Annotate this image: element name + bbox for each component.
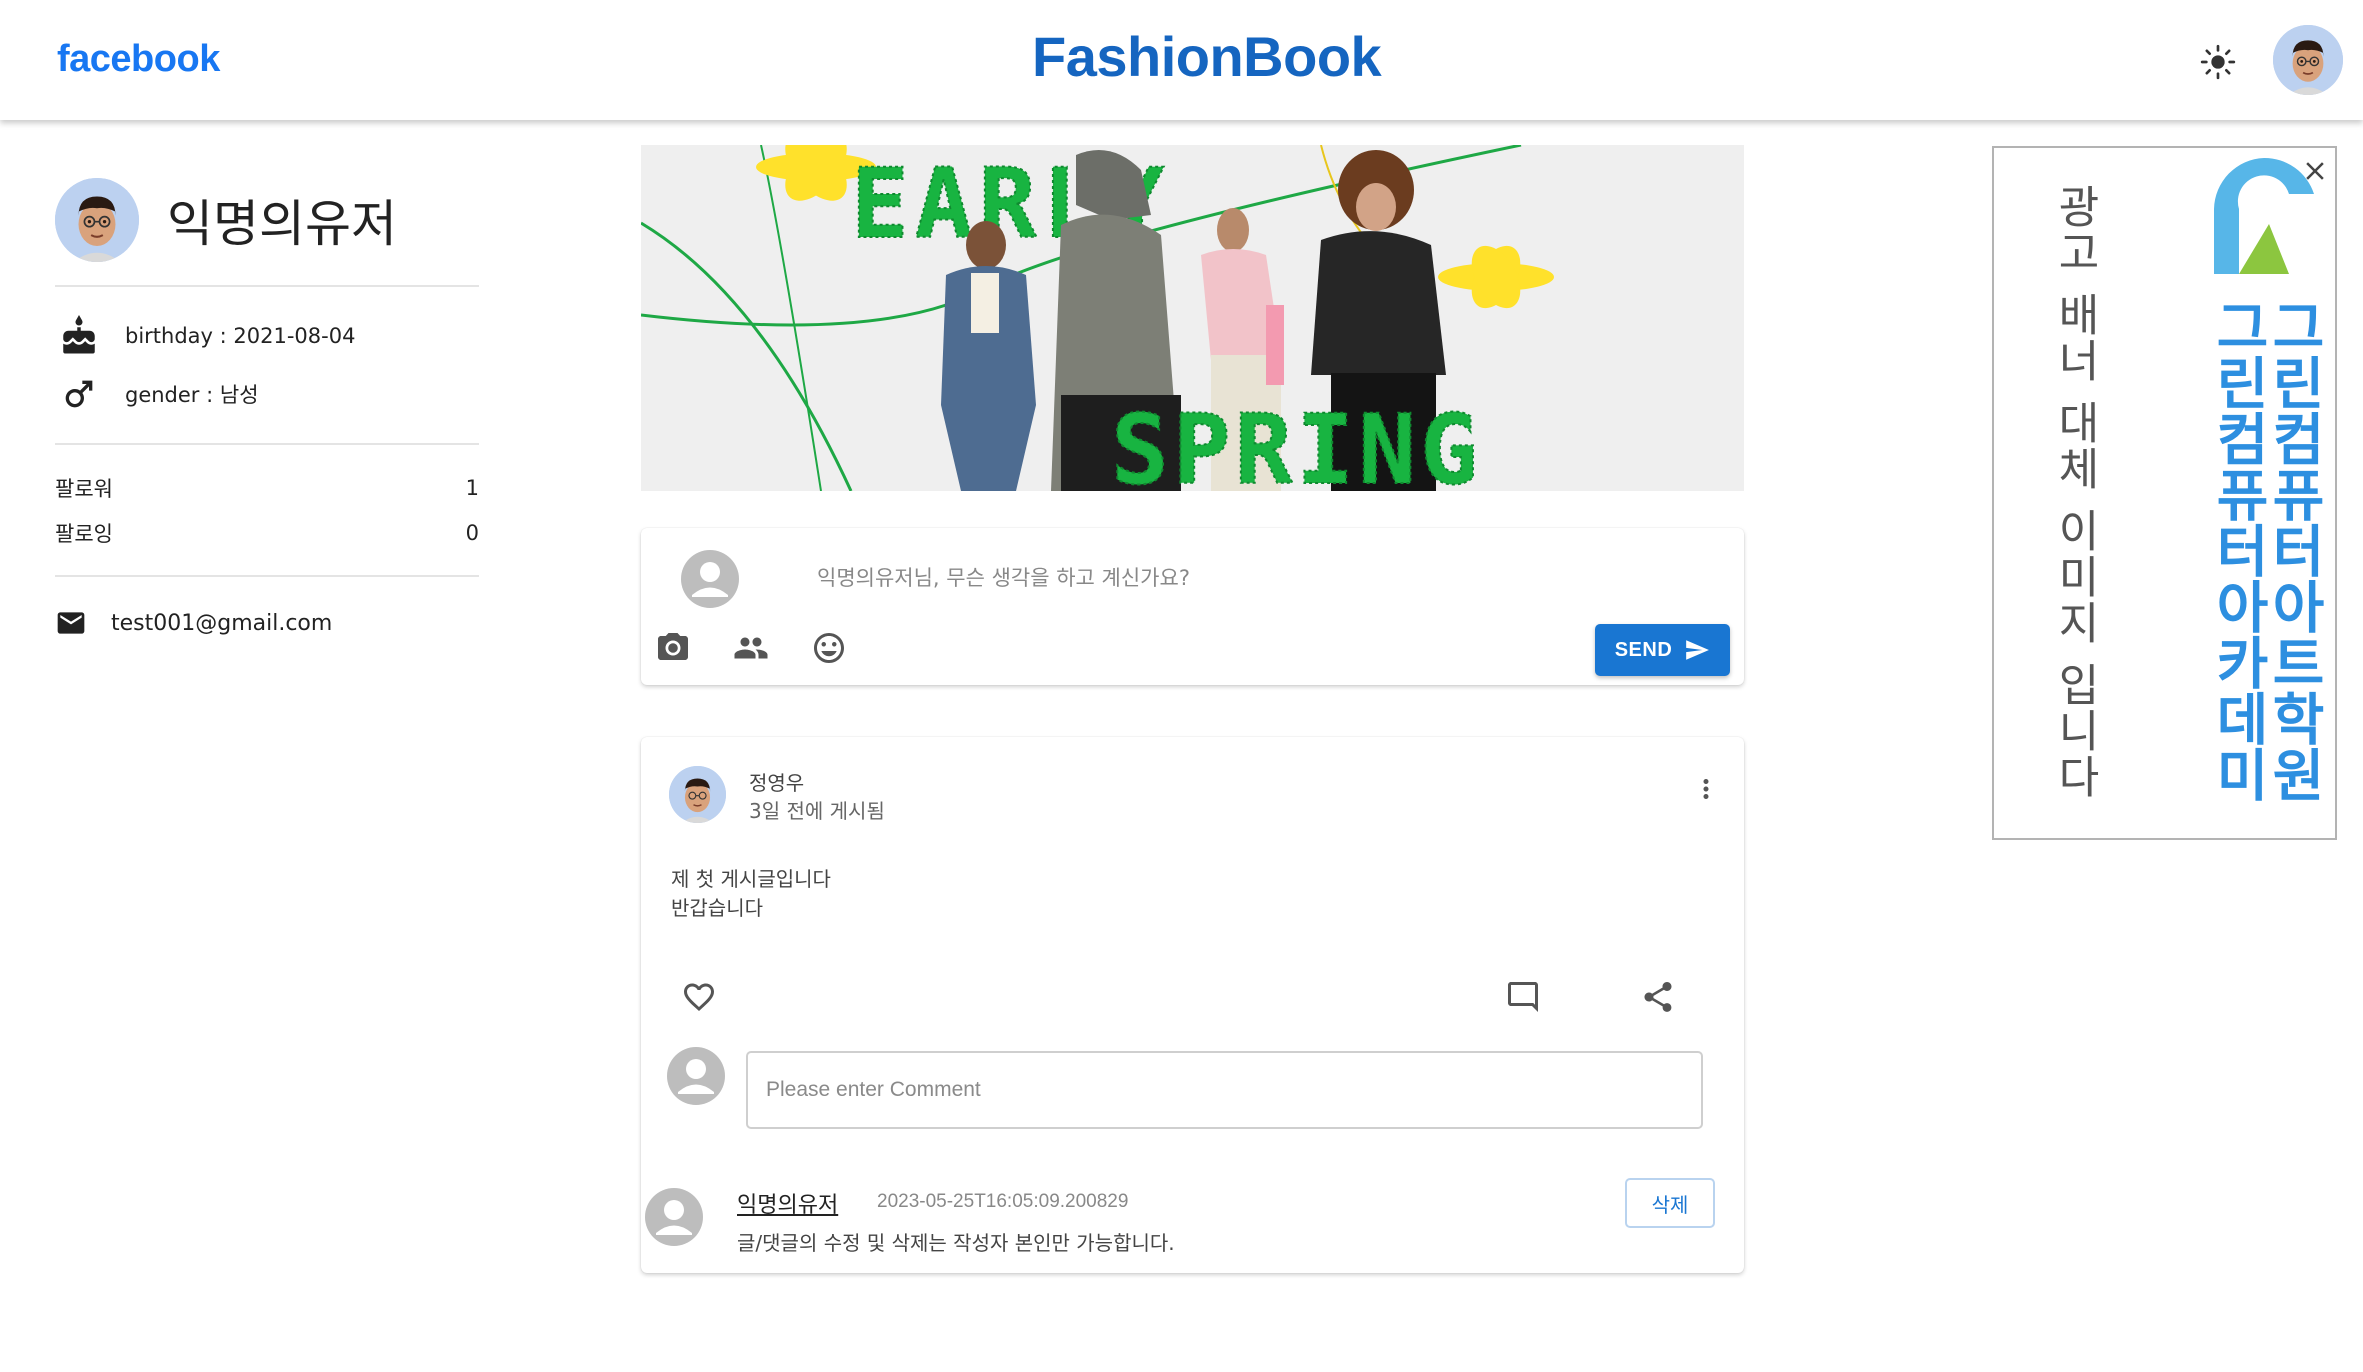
fashionbook-logo[interactable]: FashionBook [1032, 24, 1382, 89]
cake-icon [55, 312, 103, 360]
share-icon[interactable] [1640, 979, 1676, 1015]
profile-header: 익명의유저 [55, 175, 479, 265]
post-input[interactable] [817, 558, 1677, 598]
heart-icon[interactable] [681, 979, 717, 1015]
birthday-row: birthday : 2021-08-04 [55, 307, 479, 365]
comment-timestamp: 2023-05-25T16:05:09.200829 [877, 1191, 1129, 1212]
followers-label: 팔로워 [55, 476, 113, 501]
ad-alt-text: 광고 배너 대체 이미지 입니다 [2049, 184, 2100, 800]
send-label: SEND [1614, 638, 1673, 661]
profile-name: 익명의유저 [167, 195, 397, 253]
sun-icon [2200, 44, 2236, 80]
banner-text-spring: SPRING [1111, 394, 1482, 491]
send-button[interactable]: SEND [1595, 624, 1730, 676]
emoji-icon[interactable] [811, 630, 847, 666]
green-academy-logo [2214, 157, 2314, 274]
following-label: 팔로잉 [55, 521, 113, 546]
following-row[interactable]: 팔로잉 0 [55, 510, 479, 555]
post-body-line: 반갑습니다 [671, 896, 763, 920]
post-timestamp: 3일 전에 게시됨 [749, 799, 885, 823]
early-spring-banner: EARLY SPRING [641, 145, 1744, 491]
camera-icon[interactable] [655, 630, 691, 666]
delete-comment-button[interactable]: 삭제 [1625, 1178, 1715, 1228]
comment-author-link[interactable]: 익명의유저 [737, 1187, 838, 1219]
profile-panel: 익명의유저 birthday : 2021-08-04 gender : 남성 … [55, 175, 479, 649]
post-body: 제 첫 게시글입니다 반갑습니다 [671, 865, 831, 923]
post-author-avatar[interactable] [669, 766, 726, 823]
comment-input[interactable] [746, 1051, 1703, 1129]
post-composer: SEND [641, 528, 1744, 685]
people-icon[interactable] [733, 630, 769, 666]
ad-brand-text: 그린컴퓨터아카데미 [2205, 298, 2270, 802]
top-app-bar: facebook FashionBook [0, 0, 2363, 120]
male-icon [55, 370, 103, 418]
theme-toggle-button[interactable] [2198, 42, 2238, 82]
default-avatar-icon [645, 1188, 703, 1246]
send-icon [1686, 640, 1710, 660]
default-avatar-icon [681, 550, 739, 608]
mail-icon [55, 607, 91, 639]
following-count: 0 [465, 520, 479, 545]
ad-banner[interactable]: 광고 배너 대체 이미지 입니다 그린컴퓨터아카데미 그린컴퓨터아트학원 [1992, 146, 2337, 840]
followers-count: 1 [465, 475, 479, 500]
gender-text: gender : 남성 [125, 383, 259, 407]
comment-text: 글/댓글의 수정 및 삭제는 작성자 본인만 가능합니다. [737, 1231, 1175, 1255]
memoji-avatar-icon [669, 766, 726, 823]
gender-row: gender : 남성 [55, 365, 479, 423]
post-card: 정영우 3일 전에 게시됨 제 첫 게시글입니다 반갑습니다 익명의유저 202… [641, 737, 1744, 1273]
ad-brand-text2: 그린컴퓨터아트학원 [2261, 298, 2326, 802]
comment-icon[interactable] [1505, 979, 1541, 1015]
post-body-line: 제 첫 게시글입니다 [671, 867, 831, 891]
banner-image: EARLY SPRING [641, 145, 1744, 491]
followers-row[interactable]: 팔로워 1 [55, 465, 479, 510]
more-vert-icon[interactable] [1691, 774, 1721, 804]
memoji-avatar-icon [2273, 25, 2343, 95]
profile-avatar [55, 178, 139, 262]
divider [55, 575, 479, 577]
divider [55, 285, 479, 287]
post-author-name[interactable]: 정영우 [749, 767, 804, 796]
facebook-logo[interactable]: facebook [57, 38, 220, 81]
default-avatar-icon [667, 1047, 725, 1105]
memoji-avatar-icon [55, 178, 139, 262]
user-avatar-button[interactable] [2273, 25, 2343, 95]
divider [55, 443, 479, 445]
birthday-text: birthday : 2021-08-04 [125, 324, 356, 348]
email-row: test001@gmail.com [55, 597, 479, 649]
email-text: test001@gmail.com [111, 610, 333, 636]
